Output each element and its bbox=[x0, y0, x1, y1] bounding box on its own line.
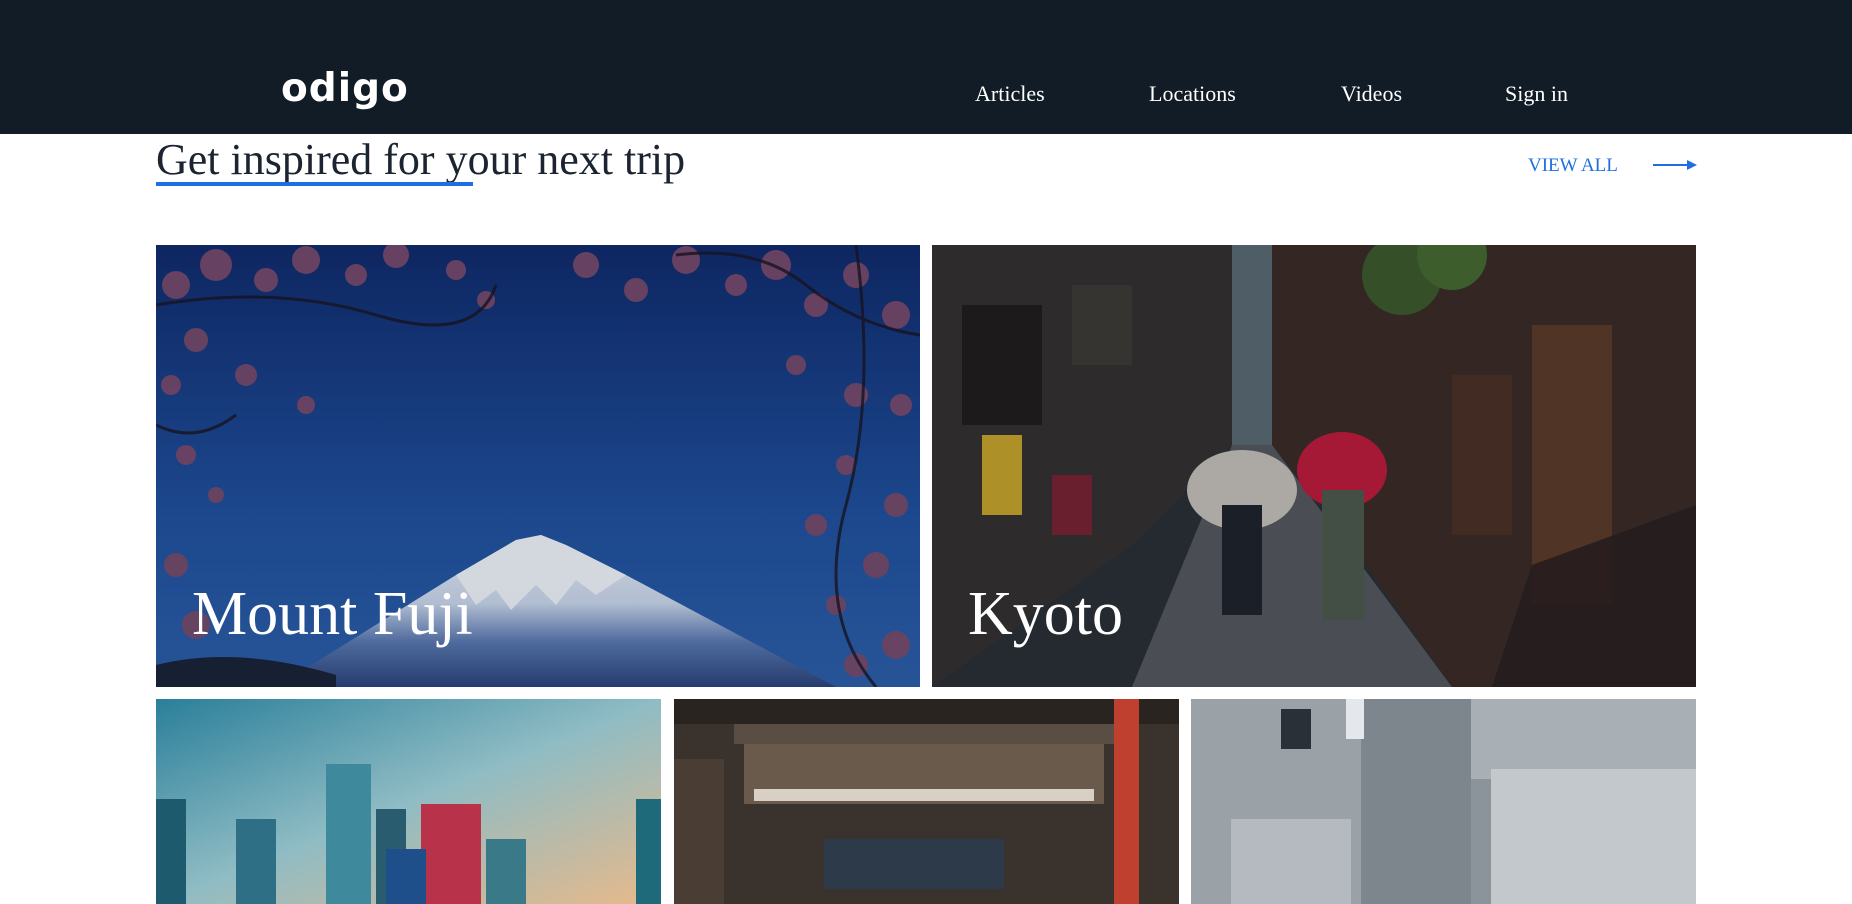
tokyo-skyline-image bbox=[156, 699, 661, 904]
destination-card-tokyo-skyline[interactable] bbox=[156, 699, 661, 904]
destination-card-shopfront[interactable] bbox=[674, 699, 1179, 904]
shopfront-image bbox=[674, 699, 1179, 904]
nav-articles[interactable]: Articles bbox=[975, 80, 1045, 108]
view-all-link[interactable]: VIEW ALL bbox=[1528, 154, 1618, 178]
section-title: Get inspired for your next trip bbox=[156, 135, 686, 184]
arrow-right-icon[interactable] bbox=[1653, 155, 1697, 175]
city-street-image bbox=[1191, 699, 1696, 904]
title-underline bbox=[156, 182, 473, 186]
card-label: Kyoto bbox=[968, 580, 1123, 648]
card-label: Mount Fuji bbox=[192, 580, 473, 648]
destination-card-mount-fuji[interactable]: Mount Fuji bbox=[156, 245, 920, 687]
nav-sign-in[interactable]: Sign in bbox=[1505, 80, 1568, 108]
destination-card-kyoto[interactable]: Kyoto bbox=[932, 245, 1696, 687]
site-header: odigo Articles Locations Videos Sign in bbox=[0, 0, 1852, 134]
nav-videos[interactable]: Videos bbox=[1341, 80, 1402, 108]
site-logo[interactable]: odigo bbox=[281, 64, 409, 114]
destination-card-city-street[interactable] bbox=[1191, 699, 1696, 904]
nav-locations[interactable]: Locations bbox=[1149, 80, 1236, 108]
